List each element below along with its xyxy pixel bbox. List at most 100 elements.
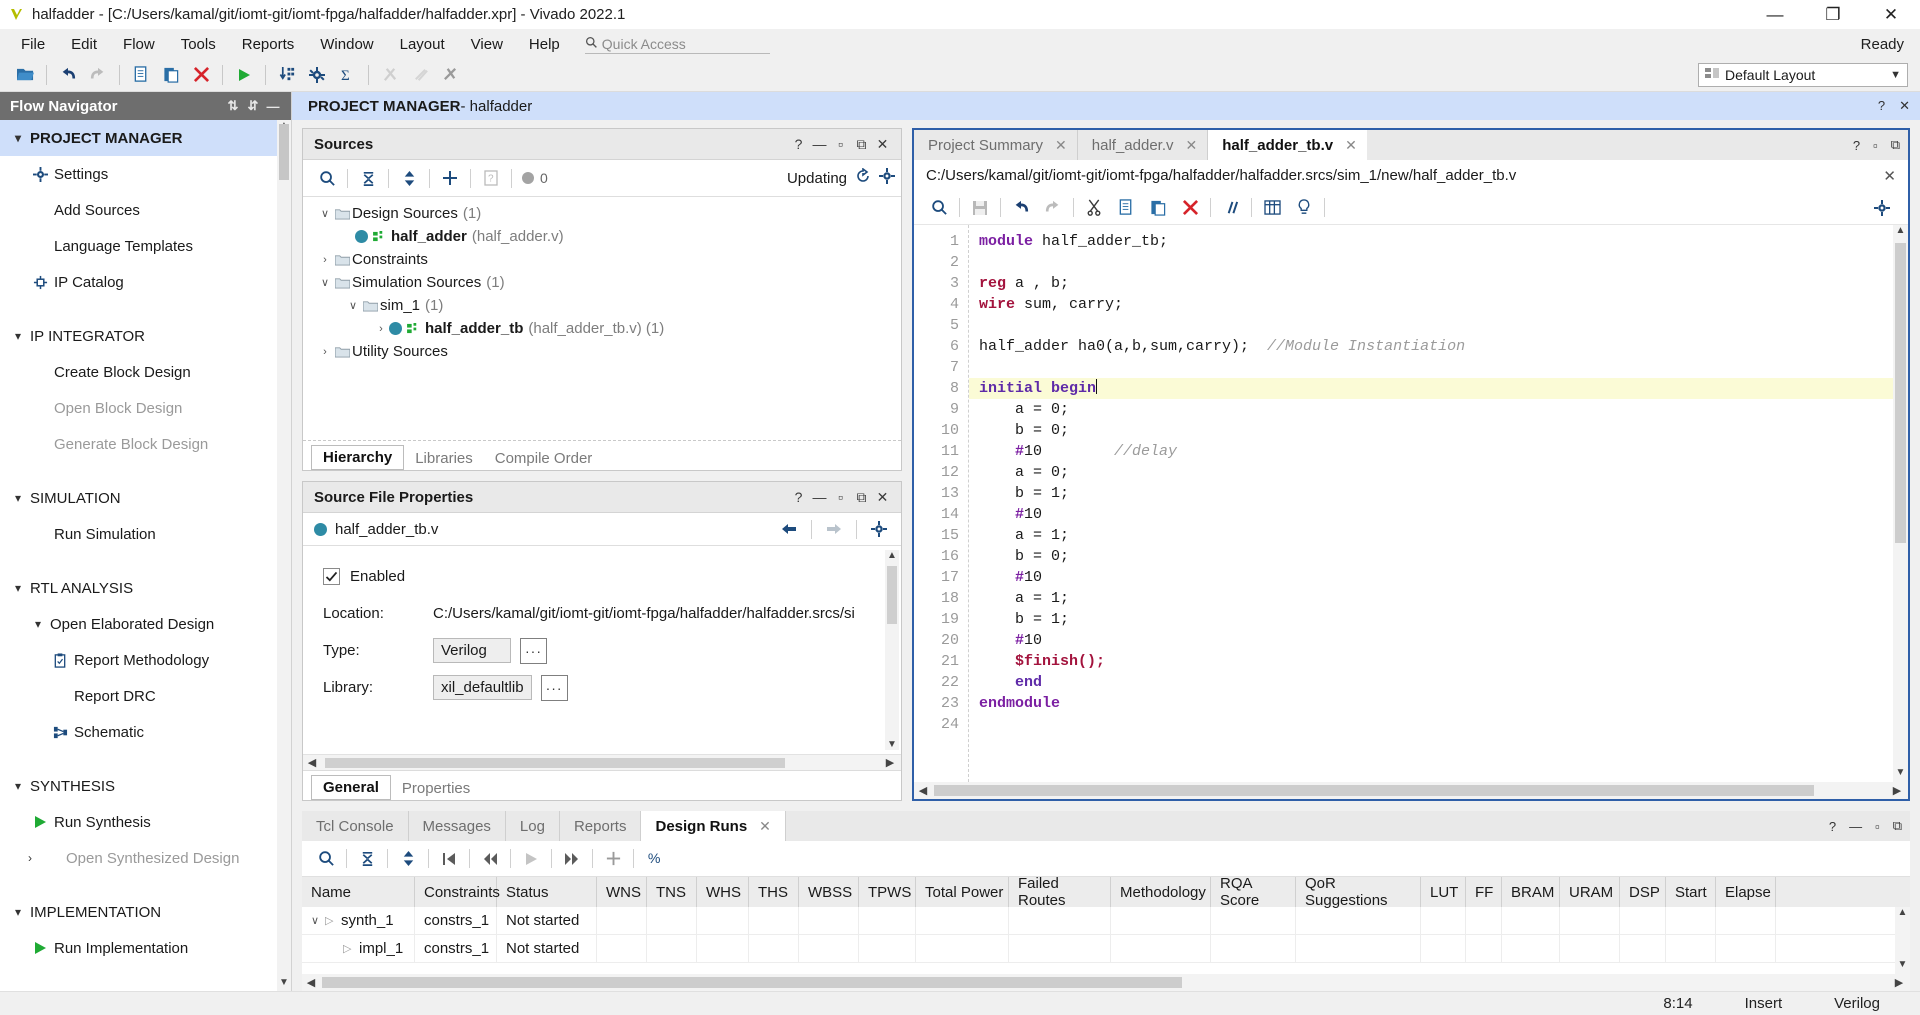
chevron-right-icon[interactable]: ›: [373, 323, 389, 335]
settings-icon[interactable]: [302, 62, 332, 88]
menu-window[interactable]: Window: [307, 33, 386, 56]
tab-compile-order[interactable]: Compile Order: [484, 447, 604, 470]
close-icon[interactable]: ✕: [1899, 98, 1910, 114]
search-icon[interactable]: [310, 846, 342, 872]
float-icon[interactable]: ⧉: [1891, 137, 1900, 153]
library-browse-button[interactable]: ···: [540, 674, 568, 701]
expand-all-icon[interactable]: [393, 165, 425, 191]
sidebar-item-run-simulation[interactable]: Run Simulation: [0, 516, 291, 552]
undo-icon[interactable]: [1005, 195, 1037, 221]
sidebar-item-generate-block-design[interactable]: Generate Block Design: [0, 426, 291, 462]
sidebar-item-add-sources[interactable]: Add Sources: [0, 192, 291, 228]
prev-icon[interactable]: [474, 846, 506, 872]
tab-properties[interactable]: Properties: [391, 777, 481, 800]
chevron-down-icon[interactable]: ∨: [345, 299, 361, 312]
help-icon[interactable]: ?: [1878, 98, 1885, 114]
gear-icon[interactable]: [863, 516, 895, 542]
chevron-right-icon[interactable]: ›: [317, 254, 333, 266]
close-icon[interactable]: ✕: [1883, 167, 1896, 185]
help-icon[interactable]: ?: [788, 136, 809, 152]
scroll-left-icon[interactable]: ◀: [302, 976, 320, 989]
column-header[interactable]: WHS: [697, 877, 749, 907]
close-icon[interactable]: ✕: [1186, 137, 1198, 154]
search-icon[interactable]: [311, 165, 343, 191]
unknown-files-icon[interactable]: ?: [475, 165, 507, 191]
runs-horizontal-scrollbar[interactable]: ◀ ▶: [302, 974, 1910, 991]
tab-libraries[interactable]: Libraries: [404, 447, 484, 470]
sidebar-item-report-drc[interactable]: Report DRC: [0, 678, 291, 714]
sidebar-item-open-elaborated-design[interactable]: ▾ Open Elaborated Design: [0, 606, 291, 642]
menu-flow[interactable]: Flow: [110, 33, 168, 56]
tab-hierarchy[interactable]: Hierarchy: [311, 445, 405, 470]
code-text-area[interactable]: module half_adder_tb; reg a , b; wire sum…: [968, 225, 1893, 782]
minimize-icon[interactable]: —: [1849, 819, 1862, 834]
maximize-icon[interactable]: ▫: [830, 489, 851, 505]
close-icon[interactable]: ✕: [872, 136, 893, 153]
float-icon[interactable]: ⧉: [851, 489, 872, 506]
tab-half-adder-v[interactable]: half_adder.v ✕: [1078, 130, 1209, 160]
column-header[interactable]: BRAM: [1502, 877, 1560, 907]
sidebar-item-settings[interactable]: Settings: [0, 156, 291, 192]
code-line[interactable]: b = 0;: [979, 420, 1893, 441]
column-header[interactable]: Failed Routes: [1009, 877, 1111, 909]
close-icon[interactable]: ✕: [1345, 137, 1357, 154]
tree-item-utility-sources[interactable]: › Utility Sources: [303, 340, 901, 363]
maximize-icon[interactable]: ▫: [830, 136, 851, 152]
column-header[interactable]: Start: [1666, 877, 1716, 907]
type-browse-button[interactable]: ···: [520, 637, 547, 664]
tree-item-design-sources[interactable]: ∨ Design Sources (1): [303, 202, 901, 225]
sfp-horizontal-scrollbar[interactable]: ◀ ▶: [303, 754, 901, 770]
code-line[interactable]: endmodule: [979, 693, 1893, 714]
back-icon[interactable]: [773, 516, 805, 542]
scroll-right-icon[interactable]: ▶: [1890, 976, 1908, 989]
table-row[interactable]: ∨ ▷ synth_1 constrs_1 Not started: [302, 907, 1910, 935]
code-line[interactable]: [979, 315, 1893, 336]
scrollbar-thumb[interactable]: [279, 124, 289, 180]
sidebar-section-simulation[interactable]: ▾ SIMULATION: [0, 480, 291, 516]
menu-edit[interactable]: Edit: [58, 33, 110, 56]
sidebar-item-open-block-design[interactable]: Open Block Design: [0, 390, 291, 426]
sidebar-item-report-methodology[interactable]: Report Methodology: [0, 642, 291, 678]
sidebar-item-create-block-design[interactable]: Create Block Design: [0, 354, 291, 390]
quick-access-search[interactable]: Quick Access: [584, 34, 770, 54]
menu-file[interactable]: File: [8, 33, 58, 56]
code-line[interactable]: a = 0;: [979, 462, 1893, 483]
code-line[interactable]: [979, 714, 1893, 735]
paste-icon[interactable]: [1142, 195, 1174, 221]
undo-icon[interactable]: [53, 62, 83, 88]
delete-icon[interactable]: [186, 62, 216, 88]
collapse-all-icon[interactable]: [351, 846, 383, 872]
scrollbar-thumb[interactable]: [1895, 243, 1906, 543]
maximize-icon[interactable]: ▫: [1875, 819, 1880, 834]
scroll-right-icon[interactable]: ▶: [881, 756, 899, 769]
column-header[interactable]: TNS: [647, 877, 697, 907]
scrollbar-thumb[interactable]: [325, 758, 785, 768]
code-line[interactable]: initial begin: [969, 378, 1893, 399]
column-header[interactable]: LUT: [1421, 877, 1466, 907]
tab-design-runs[interactable]: Design Runs ✕: [641, 811, 786, 841]
sum-icon[interactable]: Σ: [332, 62, 362, 88]
help-icon[interactable]: ?: [788, 489, 809, 505]
run-icon[interactable]: [229, 62, 259, 88]
collapse-all-icon[interactable]: ⇅: [223, 98, 243, 114]
flow-navigator-scrollbar[interactable]: ▲ ▼: [277, 120, 291, 991]
percent-icon[interactable]: %: [638, 846, 670, 872]
sidebar-section-ip-integrator[interactable]: ▾ IP INTEGRATOR: [0, 318, 291, 354]
refresh-icon[interactable]: [855, 167, 871, 188]
chevron-down-icon[interactable]: ▼: [1890, 69, 1901, 81]
maximize-icon[interactable]: ▫: [1873, 138, 1878, 153]
chevron-down-icon[interactable]: ∨: [317, 276, 333, 289]
column-header[interactable]: TPWS: [859, 877, 916, 907]
scroll-down-icon[interactable]: ▼: [277, 977, 291, 991]
menu-help[interactable]: Help: [516, 33, 573, 56]
tab-project-summary[interactable]: Project Summary ✕: [914, 130, 1078, 160]
scroll-down-icon[interactable]: ▼: [1895, 959, 1910, 974]
scroll-left-icon[interactable]: ◀: [303, 756, 321, 769]
add-sources-button[interactable]: [434, 165, 466, 191]
minimize-icon[interactable]: —: [809, 489, 830, 505]
sidebar-section-project-manager[interactable]: ▾ PROJECT MANAGER: [0, 120, 291, 156]
column-header[interactable]: Methodology: [1111, 877, 1211, 907]
column-header[interactable]: DSP: [1620, 877, 1666, 907]
scrollbar-thumb[interactable]: [887, 566, 897, 624]
column-header[interactable]: RQA Score: [1211, 877, 1296, 909]
